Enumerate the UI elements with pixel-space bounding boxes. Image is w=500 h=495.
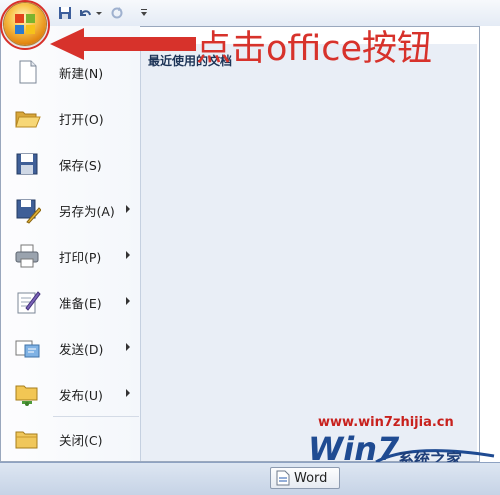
undo-icon[interactable] (78, 4, 92, 22)
annotation-text: 点击office按钮 (196, 29, 433, 69)
submenu-arrow-icon (126, 205, 130, 213)
submenu-arrow-icon (126, 297, 130, 305)
svg-text:Win7: Win7 (308, 430, 400, 466)
menu-item-label: 打开(O) (59, 111, 104, 127)
menu-item-label: 保存(S) (59, 157, 102, 173)
annotation-arrow-icon (50, 28, 196, 60)
taskbar-word-label: Word (294, 470, 328, 486)
menu-item-open[interactable]: 打开(O) (7, 99, 139, 137)
menu-item-save[interactable]: 保存(S) (7, 145, 139, 183)
menu-item-save-as[interactable]: 另存为(A) (7, 191, 139, 229)
new-document-icon (13, 58, 41, 86)
menu-item-label: 新建(N) (59, 65, 104, 81)
redo-icon[interactable] (110, 4, 124, 22)
printer-icon (13, 242, 41, 270)
recent-documents-panel (140, 44, 477, 461)
menu-item-label: 关闭(C) (59, 432, 103, 448)
menu-item-label: 发送(D) (59, 341, 104, 357)
menu-item-label: 准备(E) (59, 295, 102, 311)
submenu-arrow-icon (126, 389, 130, 397)
menu-item-send[interactable]: 发送(D) (7, 329, 139, 367)
menu-item-label: 发布(U) (59, 387, 103, 403)
highlight-circle (0, 0, 50, 50)
menu-item-print[interactable]: 打印(P) (7, 237, 139, 275)
save-as-icon (13, 196, 42, 224)
customize-toolbar-icon[interactable] (140, 4, 148, 22)
menu-item-label: 打印(P) (59, 249, 102, 265)
taskbar-word-button[interactable]: Word (270, 467, 340, 489)
publish-icon (13, 380, 41, 408)
send-icon (13, 334, 41, 362)
save-floppy-icon (13, 150, 41, 178)
menu-item-publish[interactable]: 发布(U) (7, 375, 139, 413)
document-icon (276, 470, 290, 486)
prepare-icon (13, 288, 41, 316)
menu-item-label: 另存为(A) (59, 203, 115, 219)
menu-item-prepare[interactable]: 准备(E) (7, 283, 139, 321)
open-folder-icon (13, 104, 41, 132)
submenu-arrow-icon (126, 343, 130, 351)
menu-item-close[interactable]: 关闭(C) (7, 420, 139, 458)
office-menu-commands: 新建(N) 打开(O) 保存(S) 另存为(A) 打印(P) 准备(E) 发送(… (1, 26, 140, 461)
taskbar (0, 462, 500, 495)
submenu-arrow-icon (126, 251, 130, 259)
undo-dropdown-icon[interactable] (95, 4, 103, 22)
save-icon[interactable] (58, 4, 72, 22)
close-folder-icon (13, 425, 41, 453)
menu-separator (53, 416, 139, 417)
